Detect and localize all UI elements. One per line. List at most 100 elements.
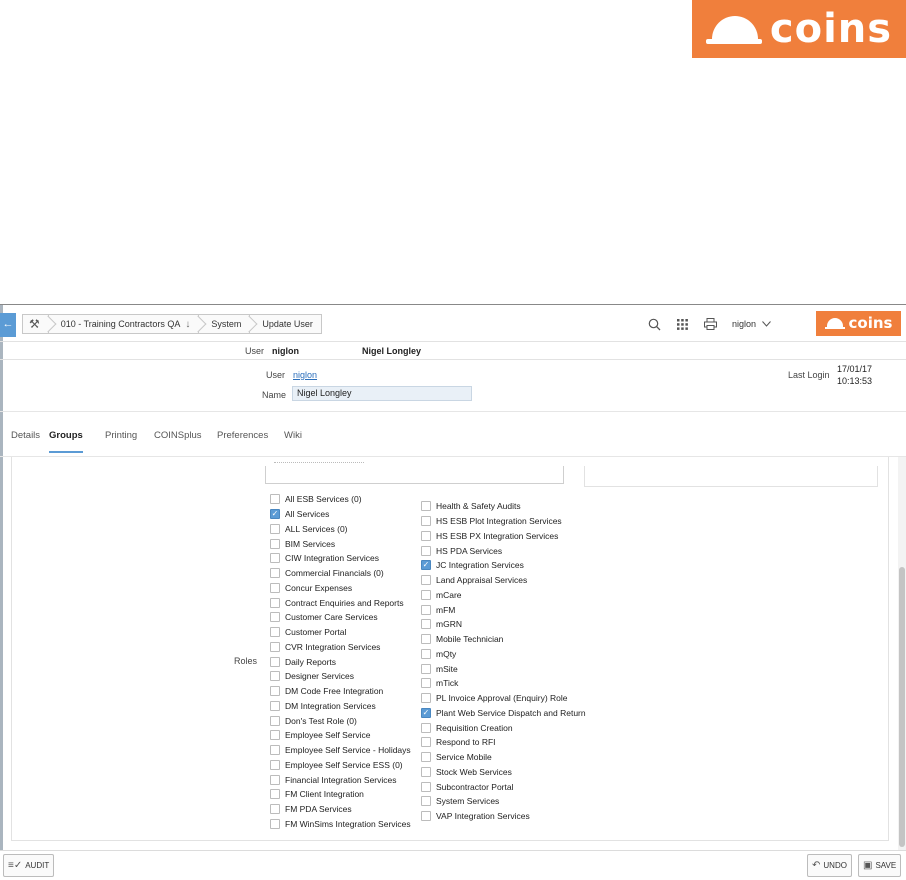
- checkbox[interactable]: [421, 634, 431, 645]
- checkbox[interactable]: [270, 538, 280, 549]
- group-input[interactable]: [265, 462, 564, 484]
- checkbox[interactable]: [421, 796, 431, 807]
- tab-wiki[interactable]: Wiki: [284, 430, 302, 451]
- role-item[interactable]: mSite: [421, 661, 586, 676]
- role-item[interactable]: Financial Integration Services: [270, 772, 411, 787]
- role-item[interactable]: CIW Integration Services: [270, 551, 411, 566]
- checkbox[interactable]: [270, 612, 280, 623]
- checkbox[interactable]: [270, 700, 280, 711]
- checkbox[interactable]: [421, 737, 431, 748]
- role-item[interactable]: Daily Reports: [270, 654, 411, 669]
- role-item[interactable]: HS PDA Services: [421, 543, 586, 558]
- checkbox[interactable]: [270, 671, 280, 682]
- checkbox[interactable]: [270, 730, 280, 741]
- role-item[interactable]: Requisition Creation: [421, 720, 586, 735]
- role-item[interactable]: HS ESB PX Integration Services: [421, 529, 586, 544]
- checkbox[interactable]: [421, 575, 431, 586]
- role-item[interactable]: Contract Enquiries and Reports: [270, 595, 411, 610]
- tab-coinsplus[interactable]: COINSplus: [154, 430, 202, 451]
- role-item[interactable]: Service Mobile: [421, 750, 586, 765]
- checkbox[interactable]: [421, 752, 431, 763]
- role-item[interactable]: ✓ JC Integration Services: [421, 558, 586, 573]
- role-item[interactable]: Customer Care Services: [270, 610, 411, 625]
- checkbox[interactable]: [270, 494, 280, 505]
- role-item[interactable]: mCare: [421, 588, 586, 603]
- save-button[interactable]: ▣ SAVE: [858, 854, 902, 877]
- checkbox[interactable]: [270, 523, 280, 534]
- checkbox[interactable]: [421, 766, 431, 777]
- checkbox[interactable]: [421, 589, 431, 600]
- role-item[interactable]: mQty: [421, 647, 586, 662]
- checkbox[interactable]: [270, 582, 280, 593]
- role-item[interactable]: System Services: [421, 794, 586, 809]
- print-icon[interactable]: [696, 315, 724, 333]
- role-item[interactable]: Employee Self Service ESS (0): [270, 758, 411, 773]
- checkbox[interactable]: [421, 530, 431, 541]
- user-link[interactable]: niglon: [293, 370, 317, 380]
- role-item[interactable]: FM Client Integration: [270, 787, 411, 802]
- apps-grid-icon[interactable]: [668, 315, 696, 333]
- tab-preferences[interactable]: Preferences: [217, 430, 268, 451]
- checkbox-checked[interactable]: ✓: [270, 509, 280, 520]
- checkbox[interactable]: [421, 604, 431, 615]
- audit-button[interactable]: ≡✓ AUDIT: [3, 854, 55, 877]
- checkbox[interactable]: [270, 774, 280, 785]
- role-item[interactable]: Concur Expenses: [270, 581, 411, 596]
- vertical-scrollbar[interactable]: [898, 457, 906, 850]
- tab-details[interactable]: Details: [11, 430, 40, 451]
- user-menu[interactable]: niglon: [732, 319, 771, 329]
- role-item[interactable]: DM Code Free Integration: [270, 684, 411, 699]
- role-item[interactable]: ALL Services (0): [270, 522, 411, 537]
- checkbox[interactable]: [270, 627, 280, 638]
- checkbox[interactable]: [270, 818, 280, 829]
- checkbox[interactable]: [270, 804, 280, 815]
- checkbox[interactable]: [270, 715, 280, 726]
- role-item[interactable]: ✓ Plant Web Service Dispatch and Return: [421, 706, 586, 721]
- role-item[interactable]: mGRN: [421, 617, 586, 632]
- checkbox[interactable]: [421, 516, 431, 527]
- role-item[interactable]: Health & Safety Audits: [421, 499, 586, 514]
- checkbox[interactable]: [421, 693, 431, 704]
- role-item[interactable]: FM WinSims Integration Services: [270, 817, 411, 832]
- checkbox[interactable]: [270, 656, 280, 667]
- checkbox[interactable]: [421, 648, 431, 659]
- tab-printing[interactable]: Printing: [105, 430, 137, 451]
- checkbox[interactable]: [270, 745, 280, 756]
- name-field[interactable]: Nigel Longley: [292, 386, 472, 401]
- role-item[interactable]: Respond to RFI: [421, 735, 586, 750]
- role-item[interactable]: Employee Self Service - Holidays: [270, 743, 411, 758]
- undo-button[interactable]: ↶ UNDO: [807, 854, 852, 877]
- role-item[interactable]: Customer Portal: [270, 625, 411, 640]
- checkbox[interactable]: [421, 545, 431, 556]
- breadcrumb-company[interactable]: 010 - Training Contractors QA ↓: [47, 314, 207, 334]
- role-item[interactable]: DM Integration Services: [270, 699, 411, 714]
- checkbox[interactable]: [421, 678, 431, 689]
- checkbox[interactable]: [270, 759, 280, 770]
- breadcrumb-home[interactable]: ⚒: [22, 314, 57, 334]
- checkbox[interactable]: [270, 597, 280, 608]
- checkbox[interactable]: [421, 781, 431, 792]
- search-icon[interactable]: [640, 315, 668, 333]
- tab-groups[interactable]: Groups: [49, 430, 83, 453]
- role-item[interactable]: mTick: [421, 676, 586, 691]
- breadcrumb-update-user[interactable]: Update User: [249, 314, 322, 334]
- role-item[interactable]: Mobile Technician: [421, 632, 586, 647]
- checkbox[interactable]: [421, 501, 431, 512]
- checkbox-checked[interactable]: ✓: [421, 707, 431, 718]
- role-item[interactable]: HS ESB Plot Integration Services: [421, 514, 586, 529]
- checkbox[interactable]: [421, 722, 431, 733]
- checkbox[interactable]: [421, 811, 431, 822]
- role-item[interactable]: mFM: [421, 602, 586, 617]
- role-item[interactable]: VAP Integration Services: [421, 809, 586, 824]
- role-item[interactable]: All ESB Services (0): [270, 492, 411, 507]
- role-item[interactable]: PL Invoice Approval (Enquiry) Role: [421, 691, 586, 706]
- checkbox[interactable]: [270, 641, 280, 652]
- checkbox[interactable]: [270, 789, 280, 800]
- scrollbar-thumb[interactable]: [899, 567, 905, 847]
- role-item[interactable]: CVR Integration Services: [270, 640, 411, 655]
- role-item[interactable]: FM PDA Services: [270, 802, 411, 817]
- checkbox-checked[interactable]: ✓: [421, 560, 431, 571]
- role-item[interactable]: Subcontractor Portal: [421, 779, 586, 794]
- role-item[interactable]: Designer Services: [270, 669, 411, 684]
- role-item[interactable]: Don's Test Role (0): [270, 713, 411, 728]
